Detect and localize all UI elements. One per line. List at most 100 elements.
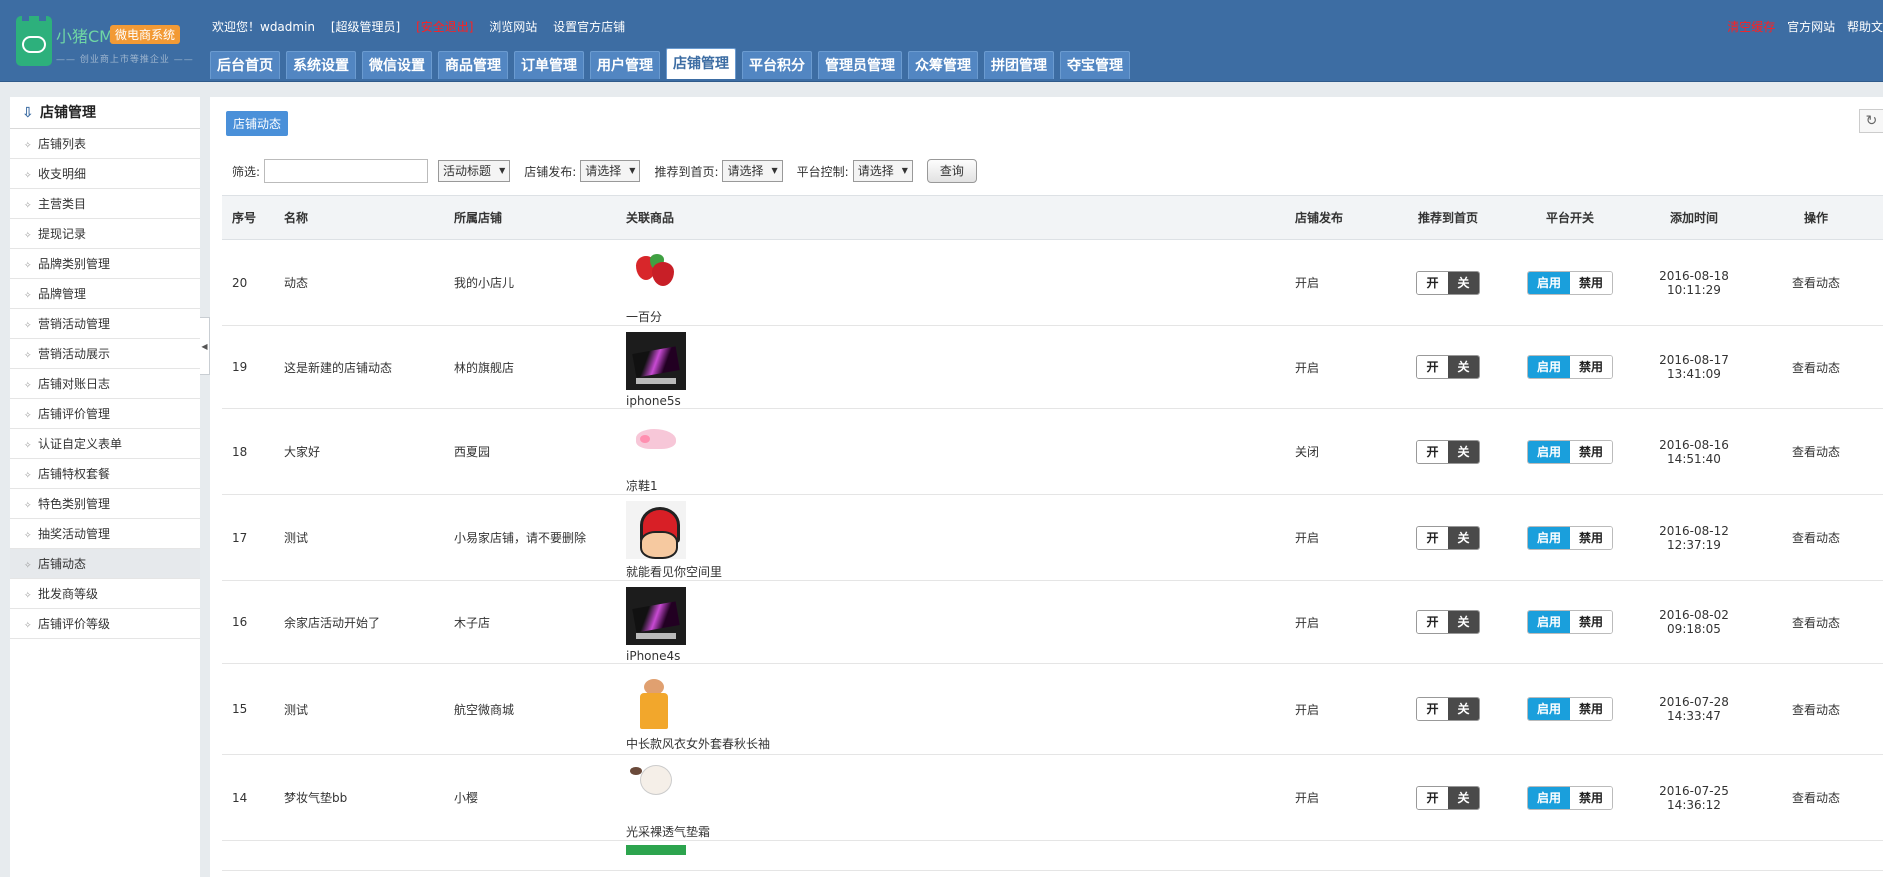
nav-tab-6[interactable]: 店铺管理 bbox=[666, 48, 736, 79]
product-thumbnail[interactable] bbox=[626, 332, 686, 390]
logo[interactable]: 小猪CMS 微电商系统 —— 创业商上市等推企业 —— bbox=[16, 13, 193, 72]
set-shop-link[interactable]: 设置官方店铺 bbox=[553, 20, 625, 34]
switch-off[interactable]: 关 bbox=[1448, 526, 1479, 549]
switch-off[interactable]: 关 bbox=[1448, 356, 1479, 378]
sidebar-item[interactable]: ✧ 店铺对账日志 bbox=[10, 369, 200, 399]
browse-site-link[interactable]: 浏览网站 bbox=[489, 20, 537, 34]
sidebar-item[interactable]: ✧ 收支明细 bbox=[10, 159, 200, 189]
help-link[interactable]: 帮助文 bbox=[1847, 20, 1883, 34]
enable-button[interactable]: 启用 bbox=[1528, 611, 1570, 633]
platform-switch[interactable]: 启用 禁用 bbox=[1527, 610, 1613, 634]
switch-on[interactable]: 开 bbox=[1417, 611, 1448, 633]
nav-tab-11[interactable]: 夺宝管理 bbox=[1060, 51, 1130, 79]
refresh-icon[interactable]: ↻ bbox=[1859, 109, 1883, 133]
recommend-switch[interactable]: 开关 bbox=[1416, 785, 1480, 810]
product-thumbnail[interactable] bbox=[626, 845, 686, 855]
sidebar-item[interactable]: ✧ 营销活动管理 bbox=[10, 309, 200, 339]
sidebar-item[interactable]: ✧ 品牌管理 bbox=[10, 279, 200, 309]
recommend-switch[interactable]: 开关 bbox=[1416, 439, 1480, 464]
switch-on[interactable]: 开 bbox=[1417, 698, 1448, 720]
nav-tab-5[interactable]: 用户管理 bbox=[590, 51, 660, 79]
disable-button[interactable]: 禁用 bbox=[1570, 356, 1612, 378]
disable-button[interactable]: 禁用 bbox=[1570, 786, 1612, 809]
product-thumbnail[interactable] bbox=[626, 673, 686, 731]
field-select[interactable]: 活动标题 ▼ bbox=[438, 160, 511, 182]
nav-tab-0[interactable]: 后台首页 bbox=[210, 51, 280, 79]
view-dynamic-link[interactable]: 查看动态 bbox=[1792, 616, 1840, 630]
platform-switch[interactable]: 启用 禁用 bbox=[1527, 697, 1613, 721]
disable-button[interactable]: 禁用 bbox=[1570, 440, 1612, 463]
enable-button[interactable]: 启用 bbox=[1528, 271, 1570, 294]
switch-on[interactable]: 开 bbox=[1417, 271, 1448, 294]
enable-button[interactable]: 启用 bbox=[1528, 356, 1570, 378]
nav-tab-10[interactable]: 拼团管理 bbox=[984, 51, 1054, 79]
view-dynamic-link[interactable]: 查看动态 bbox=[1792, 361, 1840, 375]
switch-off[interactable]: 关 bbox=[1448, 440, 1479, 463]
enable-button[interactable]: 启用 bbox=[1528, 526, 1570, 549]
sidebar-item[interactable]: ✧ 店铺列表 bbox=[10, 129, 200, 159]
sidebar-item[interactable]: ✧ 批发商等级 bbox=[10, 579, 200, 609]
switch-off[interactable]: 关 bbox=[1448, 611, 1479, 633]
sidebar-item[interactable]: ✧ 特色类别管理 bbox=[10, 489, 200, 519]
platform-switch[interactable]: 启用 禁用 bbox=[1527, 785, 1613, 810]
sidebar-item[interactable]: ✧ 店铺评价等级 bbox=[10, 609, 200, 639]
recommend-switch[interactable]: 开关 bbox=[1416, 697, 1480, 721]
nav-tab-7[interactable]: 平台积分 bbox=[742, 51, 812, 79]
switch-on[interactable]: 开 bbox=[1417, 440, 1448, 463]
switch-off[interactable]: 关 bbox=[1448, 786, 1479, 809]
sidebar-item[interactable]: ✧ 店铺特权套餐 bbox=[10, 459, 200, 489]
sidebar-item[interactable]: ✧ 营销活动展示 bbox=[10, 339, 200, 369]
sidebar-item[interactable]: ✧ 抽奖活动管理 bbox=[10, 519, 200, 549]
publish-select[interactable]: 请选择 ▼ bbox=[580, 160, 641, 182]
nav-tab-3[interactable]: 商品管理 bbox=[438, 51, 508, 79]
platform-switch[interactable]: 启用 禁用 bbox=[1527, 439, 1613, 464]
nav-tab-1[interactable]: 系统设置 bbox=[286, 51, 356, 79]
filter-input[interactable] bbox=[264, 159, 429, 183]
sidebar-item[interactable]: ✧ 品牌类别管理 bbox=[10, 249, 200, 279]
switch-on[interactable]: 开 bbox=[1417, 526, 1448, 549]
nav-tab-2[interactable]: 微信设置 bbox=[362, 51, 432, 79]
disable-button[interactable]: 禁用 bbox=[1570, 698, 1612, 720]
platform-select[interactable]: 请选择 ▼ bbox=[852, 160, 913, 182]
product-thumbnail[interactable] bbox=[626, 587, 686, 645]
platform-switch[interactable]: 启用 禁用 bbox=[1527, 355, 1613, 379]
product-thumbnail[interactable] bbox=[626, 246, 686, 304]
query-button[interactable]: 查询 bbox=[926, 159, 977, 183]
product-thumbnail[interactable] bbox=[626, 415, 686, 473]
sidebar-item[interactable]: ✧ 主营类目 bbox=[10, 189, 200, 219]
nav-tab-4[interactable]: 订单管理 bbox=[514, 51, 584, 79]
product-thumbnail[interactable] bbox=[626, 501, 686, 559]
switch-on[interactable]: 开 bbox=[1417, 356, 1448, 378]
disable-button[interactable]: 禁用 bbox=[1570, 271, 1612, 294]
recommend-select[interactable]: 请选择 ▼ bbox=[722, 160, 783, 182]
sidebar-item[interactable]: ✧ 认证自定义表单 bbox=[10, 429, 200, 459]
platform-switch[interactable]: 启用 禁用 bbox=[1527, 525, 1613, 550]
sidebar-collapse-handle[interactable]: ◀ bbox=[200, 317, 210, 375]
view-dynamic-link[interactable]: 查看动态 bbox=[1792, 276, 1840, 290]
logout-link[interactable]: [安全退出] bbox=[416, 20, 473, 34]
disable-button[interactable]: 禁用 bbox=[1570, 526, 1612, 549]
recommend-switch[interactable]: 开关 bbox=[1416, 355, 1480, 379]
switch-off[interactable]: 关 bbox=[1448, 698, 1479, 720]
view-dynamic-link[interactable]: 查看动态 bbox=[1792, 703, 1840, 717]
recommend-switch[interactable]: 开关 bbox=[1416, 270, 1480, 295]
nav-tab-9[interactable]: 众筹管理 bbox=[908, 51, 978, 79]
nav-tab-8[interactable]: 管理员管理 bbox=[818, 51, 902, 79]
view-dynamic-link[interactable]: 查看动态 bbox=[1792, 791, 1840, 805]
switch-on[interactable]: 开 bbox=[1417, 786, 1448, 809]
sidebar-item[interactable]: ✧ 店铺动态 bbox=[10, 549, 200, 579]
switch-off[interactable]: 关 bbox=[1448, 271, 1479, 294]
enable-button[interactable]: 启用 bbox=[1528, 786, 1570, 809]
recommend-switch[interactable]: 开关 bbox=[1416, 525, 1480, 550]
recommend-switch[interactable]: 开关 bbox=[1416, 610, 1480, 634]
platform-switch[interactable]: 启用 禁用 bbox=[1527, 270, 1613, 295]
view-dynamic-link[interactable]: 查看动态 bbox=[1792, 445, 1840, 459]
sidebar-item[interactable]: ✧ 店铺评价管理 bbox=[10, 399, 200, 429]
enable-button[interactable]: 启用 bbox=[1528, 698, 1570, 720]
sidebar-item[interactable]: ✧ 提现记录 bbox=[10, 219, 200, 249]
official-site-link[interactable]: 官方网站 bbox=[1787, 20, 1835, 34]
view-dynamic-link[interactable]: 查看动态 bbox=[1792, 531, 1840, 545]
disable-button[interactable]: 禁用 bbox=[1570, 611, 1612, 633]
enable-button[interactable]: 启用 bbox=[1528, 440, 1570, 463]
clear-cache-link[interactable]: 清空缓存 bbox=[1727, 20, 1775, 34]
